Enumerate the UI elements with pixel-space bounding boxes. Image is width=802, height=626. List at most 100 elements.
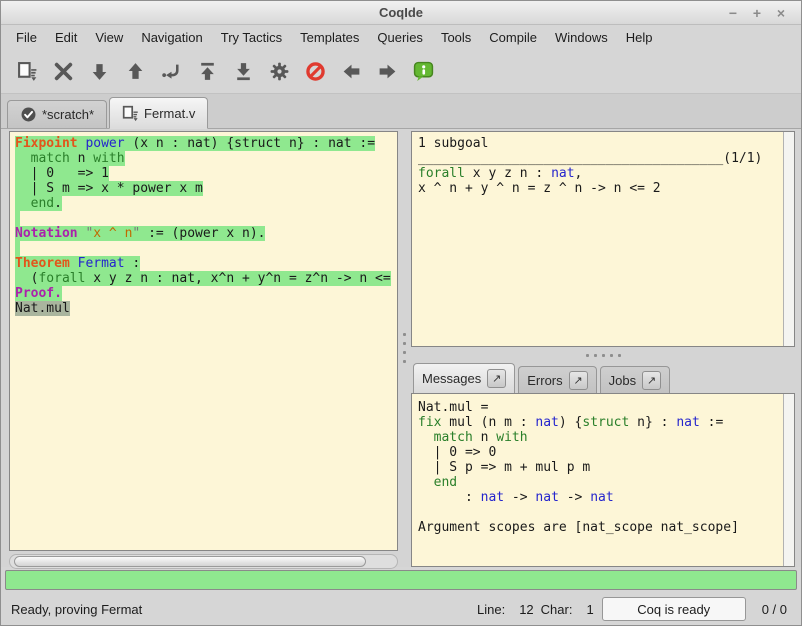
message-line: match n with [418,430,780,445]
detach-jobs-button[interactable]: ↗ [642,371,661,390]
editor-line: Notation "x ^ n" := (power x n). [15,226,395,241]
titlebar[interactable]: CoqIde − + × [1,1,801,25]
message-line: | 0 => 0 [418,445,780,460]
messages-view[interactable]: Nat.mul =fix mul (n m : nat) {struct n} … [411,393,795,567]
messages-tabbar: Messages↗Errors↗Jobs↗ [411,359,795,393]
detach-arrow-icon: ↗ [647,374,656,387]
editor-line: match n with [15,151,395,166]
maximize-button[interactable]: + [745,3,769,23]
back-button[interactable] [333,56,369,88]
make-icon [269,61,290,82]
line-value: 12 [519,602,533,617]
coq-status-box: Coq is ready [602,597,746,621]
goal-view[interactable]: 1 subgoal_______________________________… [411,131,795,347]
step-backward-button[interactable] [117,56,153,88]
tab-messages[interactable]: Messages ↗ [413,363,515,394]
goal-line: forall x y z n : nat, [418,166,780,181]
step-forward-button[interactable] [81,56,117,88]
menu-try-tactics[interactable]: Try Tactics [212,27,291,48]
save-icon [122,105,139,122]
detach-arrow-icon: ↗ [574,374,583,387]
go-to-start-icon [197,61,218,82]
close-icon [53,61,74,82]
editor-line: Theorem Fermat : [15,256,395,271]
close-button[interactable] [45,56,81,88]
editor-line: | S m => x * power x m [15,181,395,196]
detach-arrow-icon: ↗ [492,372,501,385]
script-editor[interactable]: Fixpoint power (x n : nat) {struct n} : … [9,131,398,551]
line-label: Line: [477,602,505,617]
editor-line [15,211,395,226]
coq-status-text: Coq is ready [637,602,710,617]
about-button[interactable] [405,56,441,88]
file-tabbar: *scratch* Fermat.v [1,94,801,129]
menu-view[interactable]: View [86,27,132,48]
message-line: Nat.mul = [418,400,780,415]
messages-vscrollbar[interactable] [783,394,794,566]
horizontal-splitter[interactable] [411,351,795,359]
progress-bar [5,570,797,590]
window-controls: − + × [721,3,793,23]
goal-lines: 1 subgoal_______________________________… [418,136,780,196]
minimize-button[interactable]: − [721,3,745,23]
detach-messages-button[interactable]: ↗ [487,369,506,388]
progress-area [1,567,801,593]
tab-fermat[interactable]: Fermat.v [109,97,208,129]
goal-vscrollbar[interactable] [783,132,794,346]
window-title: CoqIde [1,5,801,20]
go-to-end-icon [233,61,254,82]
goal-line: _______________________________________(… [418,151,780,166]
close-button[interactable]: × [769,3,793,23]
editor-hscrollbar-thumb[interactable] [14,556,366,567]
toolbar [1,50,801,94]
main-area: Fixpoint power (x n : nat) {struct n} : … [1,129,801,567]
message-line: fix mul (n m : nat) {struct n} : nat := [418,415,780,430]
step-backward-icon [125,61,146,82]
detach-errors-button[interactable]: ↗ [569,371,588,390]
interrupt-button[interactable] [297,56,333,88]
forward-button[interactable] [369,56,405,88]
menu-navigation[interactable]: Navigation [132,27,211,48]
message-line: : nat -> nat -> nat [418,490,780,505]
check-circle-icon [20,106,37,123]
editor-line: Proof. [15,286,395,301]
tab-errors[interactable]: Errors↗ [518,366,596,393]
editor-hscrollbar[interactable] [9,554,398,569]
message-line: end [418,475,780,490]
tab-jobs-label: Jobs [609,373,636,388]
message-line: Argument scopes are [nat_scope nat_scope… [418,520,780,535]
menu-queries[interactable]: Queries [368,27,432,48]
menu-templates[interactable]: Templates [291,27,368,48]
editor-line [15,241,395,256]
tab-fermat-label: Fermat.v [144,106,195,121]
vertical-splitter[interactable] [398,129,411,567]
status-message: Ready, proving Fermat [11,602,477,617]
interrupt-icon [305,61,326,82]
tab-messages-label: Messages [422,371,481,386]
messages-lines: Nat.mul =fix mul (n m : nat) {struct n} … [418,400,780,535]
menu-help[interactable]: Help [617,27,662,48]
menu-tools[interactable]: Tools [432,27,480,48]
save-icon [17,61,38,82]
go-to-cursor-button[interactable] [153,56,189,88]
menu-windows[interactable]: Windows [546,27,617,48]
tab-jobs[interactable]: Jobs ↗ [600,366,670,393]
go-to-end-button[interactable] [225,56,261,88]
make-button[interactable] [261,56,297,88]
save-button[interactable] [9,56,45,88]
goal-line: 1 subgoal [418,136,780,151]
messages-notebook: Messages↗Errors↗Jobs↗ Nat.mul =fix mul (… [411,359,795,567]
tab-scratch-label: *scratch* [42,107,94,122]
message-line [418,505,780,520]
menu-compile[interactable]: Compile [480,27,546,48]
menubar: FileEditViewNavigationTry TacticsTemplat… [1,25,801,50]
message-line: | S p => m + mul p m [418,460,780,475]
about-icon [413,61,434,82]
tab-scratch[interactable]: *scratch* [7,100,107,128]
menu-edit[interactable]: Edit [46,27,86,48]
char-label: Char: [541,602,573,617]
go-to-start-button[interactable] [189,56,225,88]
goal-line: x ^ n + y ^ n = z ^ n -> n <= 2 [418,181,780,196]
menu-file[interactable]: File [7,27,46,48]
back-icon [341,61,362,82]
